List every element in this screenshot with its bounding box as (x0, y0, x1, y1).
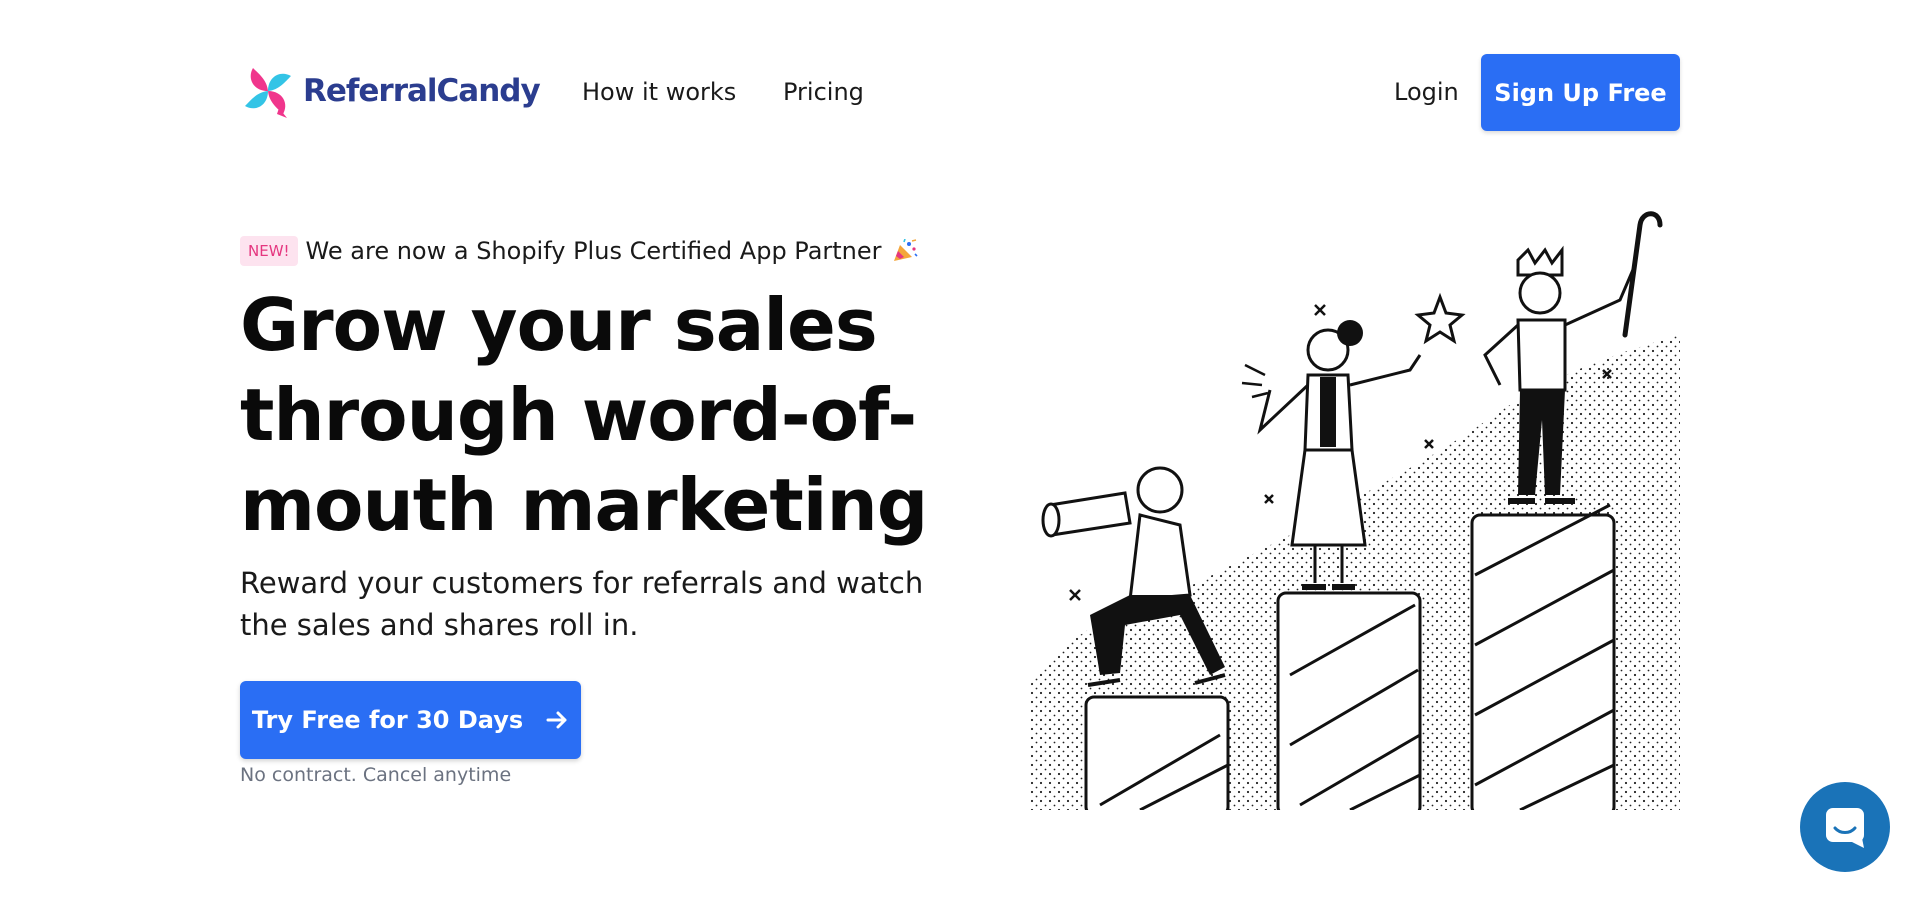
people-on-podiums-illustration (1030, 211, 1680, 810)
new-badge: NEW! (240, 236, 298, 266)
nav-how-it-works[interactable]: How it works (582, 78, 736, 106)
announcement-text: We are now a Shopify Plus Certified App … (305, 237, 882, 265)
party-popper-icon (893, 239, 918, 261)
nav-pricing[interactable]: Pricing (783, 78, 864, 106)
arrow-right-icon (546, 711, 567, 729)
no-contract-note: No contract. Cancel anytime (240, 764, 512, 786)
brand-logo[interactable]: ReferralCandy (239, 62, 541, 120)
pinwheel-logo-icon (245, 68, 291, 118)
hero-headline: Grow your sales through word-of-mouth ma… (240, 283, 928, 547)
try-free-button[interactable]: Try Free for 30 Days (240, 681, 581, 759)
hero-subheadline: Reward your customers for referrals and … (240, 566, 924, 642)
chat-launcher-button[interactable] (1800, 782, 1890, 872)
try-free-label: Try Free for 30 Days (251, 706, 524, 734)
brand-name: ReferralCandy (303, 73, 541, 109)
login-link[interactable]: Login (1394, 78, 1459, 106)
announcement-bar[interactable]: NEW! We are now a Shopify Plus Certified… (240, 236, 918, 266)
sign-up-button[interactable]: Sign Up Free (1481, 54, 1680, 131)
sign-up-label: Sign Up Free (1494, 78, 1667, 107)
chat-bubble-icon (1826, 808, 1864, 848)
